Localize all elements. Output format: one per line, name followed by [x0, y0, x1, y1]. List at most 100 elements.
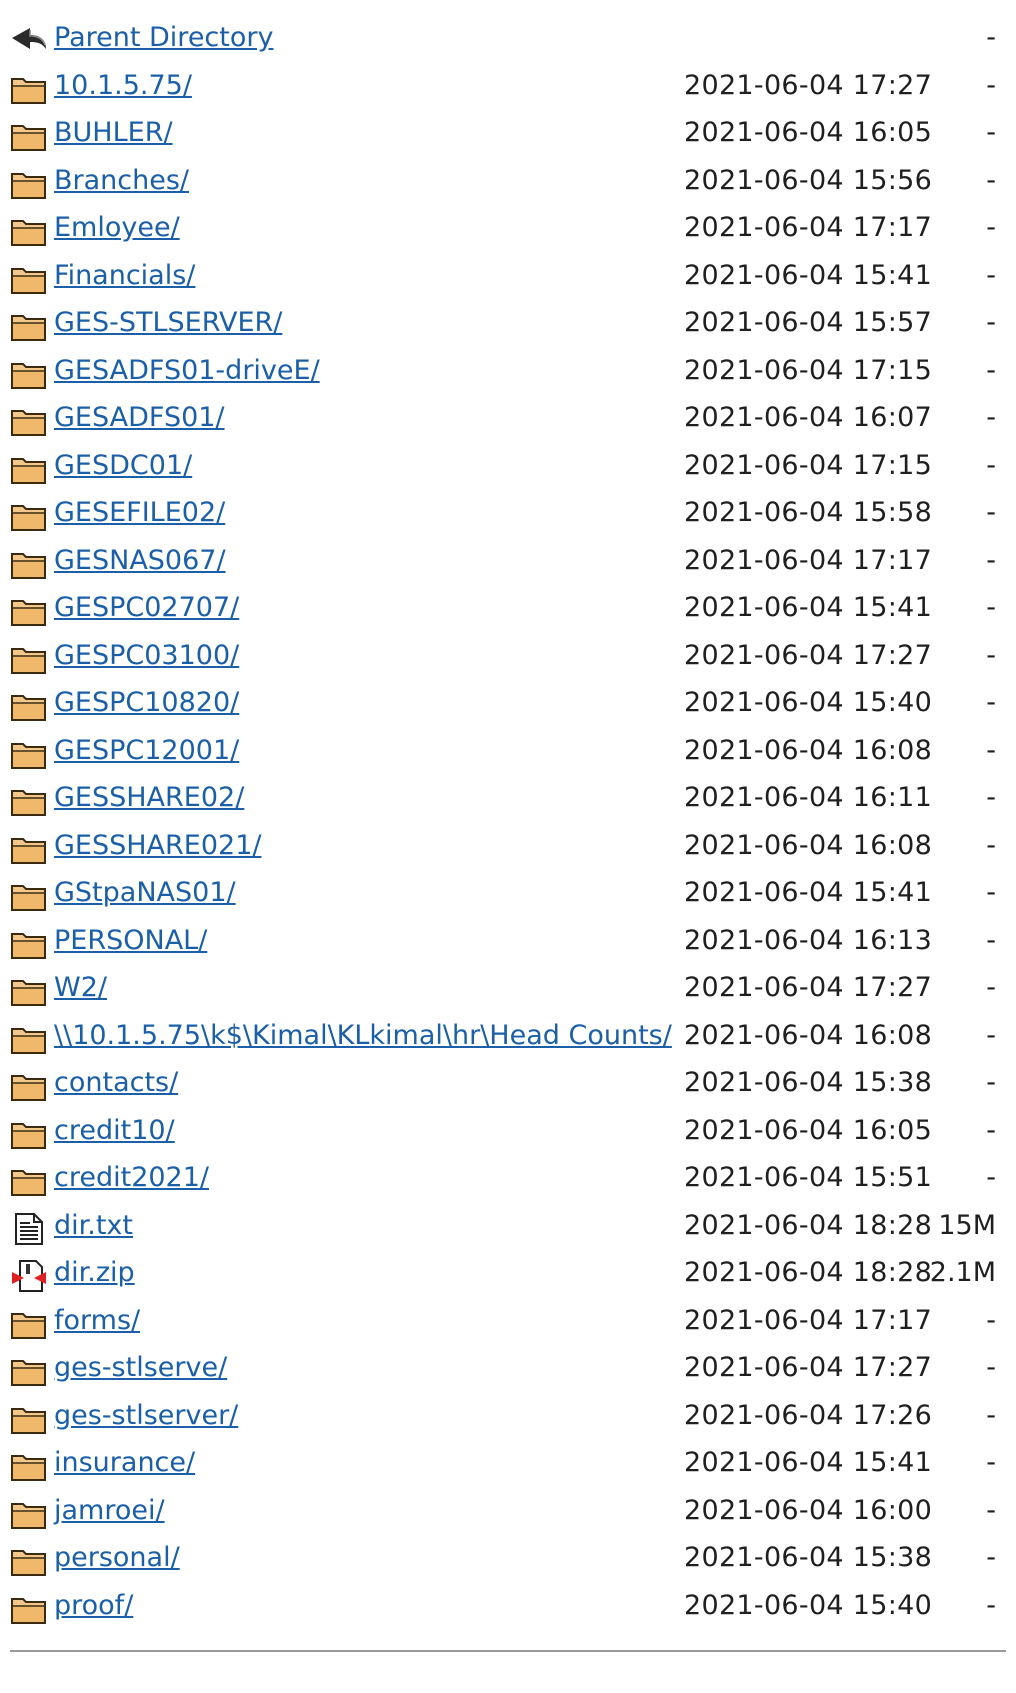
table-row: 10.1.5.75/2021-06-04 17:27 - [8, 64, 1008, 112]
folder-icon [10, 1355, 48, 1387]
file-size: - [986, 877, 996, 908]
entry-link[interactable]: proof/ [54, 1590, 133, 1622]
entry-link[interactable]: GESSHARE021/ [54, 830, 261, 862]
table-row: proof/2021-06-04 15:40 - [8, 1584, 1008, 1632]
table-row: GESPC03100/2021-06-04 17:27 - [8, 634, 1008, 682]
file-size: - [986, 592, 996, 623]
folder-icon [10, 1023, 48, 1055]
parent-directory-link[interactable]: Parent Directory [54, 22, 273, 54]
table-row: contacts/2021-06-04 15:38 - [8, 1061, 1008, 1109]
entry-link[interactable]: dir.txt [54, 1210, 133, 1242]
last-modified: 2021-06-04 16:05 [684, 117, 933, 148]
file-size: - [986, 639, 996, 671]
last-modified: 2021-06-04 17:15 [684, 354, 933, 386]
table-row: Branches/2021-06-04 15:56 - [8, 159, 1008, 207]
last-modified: 2021-06-04 17:17 [684, 212, 933, 243]
entry-link[interactable]: GESDC01/ [54, 450, 192, 482]
file-size: - [986, 544, 996, 576]
last-modified: 2021-06-04 17:27 [684, 1352, 933, 1383]
folder-icon [10, 833, 48, 865]
entry-link[interactable]: jamroei/ [54, 1495, 165, 1527]
table-row: dir.txt 2021-06-04 18:28 15M [8, 1204, 1008, 1252]
entry-link[interactable]: personal/ [54, 1542, 180, 1574]
last-modified: 2021-06-04 16:08 [684, 829, 933, 861]
file-size: - [986, 449, 996, 481]
table-row: ges-stlserve/2021-06-04 17:27 - [8, 1346, 1008, 1394]
table-row: GESADFS01-driveE/2021-06-04 17:15 - [8, 349, 1008, 397]
folder-icon [10, 168, 48, 200]
file-size: - [986, 782, 996, 813]
file-size: - [986, 354, 996, 386]
file-size: 2.1M [929, 1257, 996, 1288]
last-modified: 2021-06-04 17:17 [684, 544, 933, 576]
last-modified: 2021-06-04 15:41 [684, 259, 933, 291]
last-modified: 2021-06-04 17:26 [684, 1399, 933, 1431]
last-modified: 2021-06-04 16:07 [684, 402, 933, 433]
folder-icon [10, 1545, 48, 1577]
folder-icon [10, 975, 48, 1007]
table-row: GESPC10820/2021-06-04 15:40 - [8, 681, 1008, 729]
entry-link[interactable]: GESPC03100/ [54, 640, 239, 672]
last-modified: 2021-06-04 15:40 [684, 1589, 933, 1621]
entry-link[interactable]: \\10.1.5.75\k$\Kimal\KLkimal\hr\Head Cou… [54, 1020, 672, 1052]
last-modified: 2021-06-04 15:58 [684, 497, 933, 528]
folder-icon [10, 738, 48, 770]
last-modified: 2021-06-04 15:41 [684, 877, 933, 908]
entry-link[interactable]: GESPC10820/ [54, 687, 239, 719]
last-modified: 2021-06-04 15:57 [684, 307, 933, 338]
file-size: - [986, 1067, 996, 1098]
directory-listing: Parent Directory - 10.1.5.75/2021-06-04 17… [8, 16, 1008, 1631]
entry-link[interactable]: GESEFILE02/ [54, 497, 225, 529]
entry-link[interactable]: W2/ [54, 972, 107, 1004]
entry-link[interactable]: GESSHARE02/ [54, 782, 244, 814]
entry-link[interactable]: GStpaNAS01/ [54, 877, 236, 909]
folder-icon [10, 1070, 48, 1102]
entry-link[interactable]: credit2021/ [54, 1162, 209, 1194]
file-size: - [986, 1399, 996, 1431]
entry-link[interactable]: ges-stlserve/ [54, 1352, 227, 1384]
entry-link[interactable]: Emloyee/ [54, 212, 180, 244]
table-row: personal/2021-06-04 15:38 - [8, 1536, 1008, 1584]
table-row: Emloyee/2021-06-04 17:17 - [8, 206, 1008, 254]
entry-link[interactable]: forms/ [54, 1305, 140, 1337]
last-modified: 2021-06-04 15:56 [684, 164, 933, 196]
file-size: - [986, 1114, 996, 1146]
entry-link[interactable]: BUHLER/ [54, 117, 173, 149]
table-row: GStpaNAS01/2021-06-04 15:41 - [8, 871, 1008, 919]
table-row: GESNAS067/2021-06-04 17:17 - [8, 539, 1008, 587]
entry-link[interactable]: insurance/ [54, 1447, 195, 1479]
folder-icon [10, 358, 48, 390]
entry-link[interactable]: GESPC02707/ [54, 592, 239, 624]
folder-icon [10, 1308, 48, 1340]
last-modified: 2021-06-04 17:17 [684, 1304, 933, 1336]
entry-link[interactable]: credit10/ [54, 1115, 175, 1147]
entry-link[interactable]: ges-stlserver/ [54, 1400, 238, 1432]
entry-link[interactable]: GESADFS01-driveE/ [54, 355, 320, 387]
folder-icon [10, 1165, 48, 1197]
last-modified: 2021-06-04 15:38 [684, 1067, 933, 1098]
entry-link[interactable]: Financials/ [54, 260, 195, 292]
folder-icon [10, 1450, 48, 1482]
entry-link[interactable]: PERSONAL/ [54, 925, 207, 957]
file-size: - [986, 1542, 996, 1573]
folder-icon [10, 1498, 48, 1530]
folder-icon [10, 880, 48, 912]
last-modified: 2021-06-04 16:08 [684, 734, 933, 766]
file-size: - [986, 1494, 996, 1526]
entry-link[interactable]: Branches/ [54, 165, 189, 197]
entry-link[interactable]: GESADFS01/ [54, 402, 225, 434]
entry-link[interactable]: 10.1.5.75/ [54, 70, 192, 102]
entry-link[interactable]: contacts/ [54, 1067, 178, 1099]
entry-link[interactable]: GES-STLSERVER/ [54, 307, 282, 339]
folder-icon [10, 1118, 48, 1150]
bottom-divider [10, 1650, 1006, 1652]
file-size: - [986, 1352, 996, 1383]
table-row: GES-STLSERVER/2021-06-04 15:57 - [8, 301, 1008, 349]
table-row: GESDC01/2021-06-04 17:15 - [8, 444, 1008, 492]
entry-link[interactable]: GESNAS067/ [54, 545, 226, 577]
last-modified: 2021-06-04 16:11 [684, 782, 933, 813]
back-arrow-icon [10, 25, 48, 57]
entry-link[interactable]: GESPC12001/ [54, 735, 239, 767]
entry-link[interactable]: dir.zip [54, 1257, 135, 1289]
table-row: jamroei/2021-06-04 16:00 - [8, 1489, 1008, 1537]
